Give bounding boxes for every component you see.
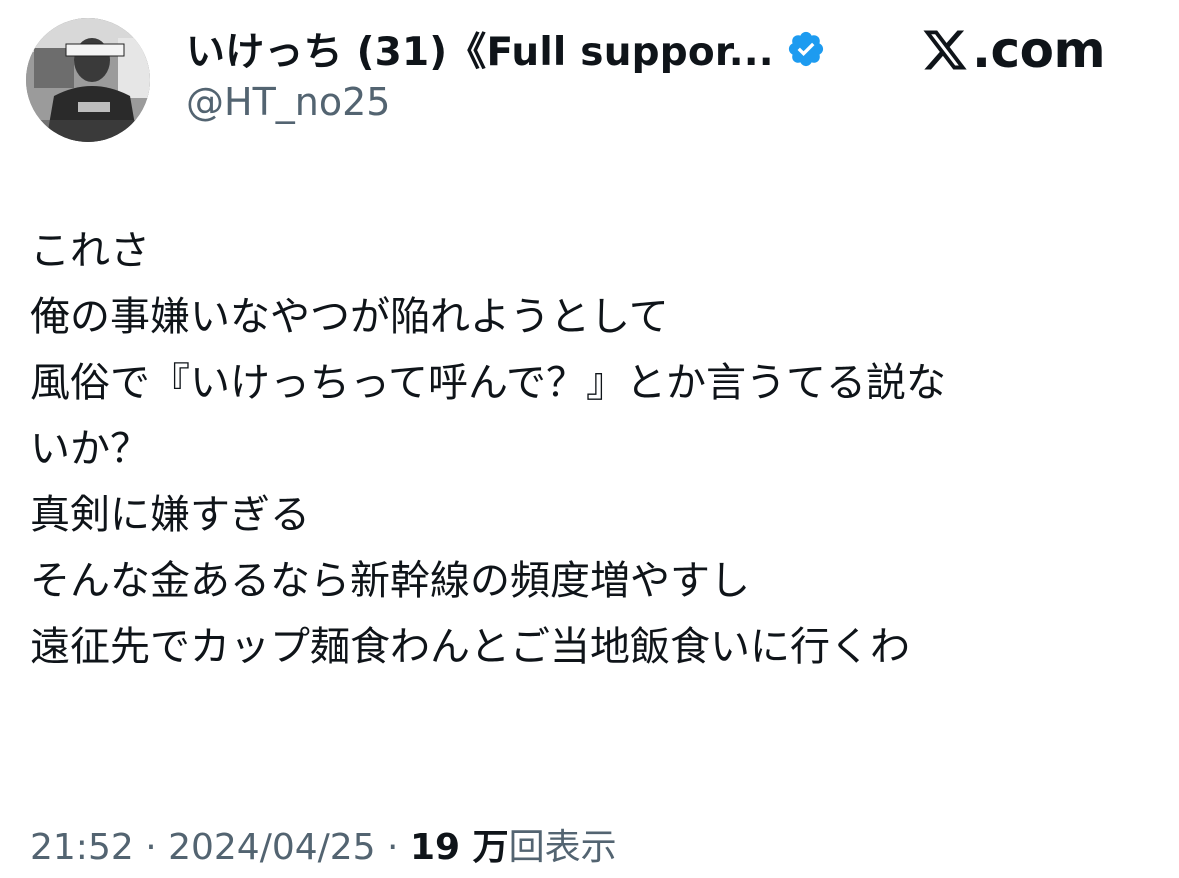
tweet-line: いか？ bbox=[30, 426, 150, 472]
verified-badge-icon bbox=[788, 31, 823, 67]
author-display-name-text: いけっち (31)《Full suppor... bbox=[186, 30, 774, 75]
tweet-line: 俺の事嫌いなやつが陥れようとして bbox=[30, 294, 669, 340]
tweet-line: 遠征先でカップ麺食わんとご当地飯食いに行くわ bbox=[30, 624, 910, 670]
x-com-logo: .com bbox=[920, 21, 1106, 79]
tweet-date[interactable]: 2024/04/25 bbox=[168, 827, 376, 868]
avatar[interactable] bbox=[26, 18, 150, 142]
x-com-text: .com bbox=[972, 21, 1106, 79]
tweet-line: そんな金あるなら新幹線の頻度増やすし bbox=[30, 558, 750, 604]
x-logo-icon bbox=[923, 30, 967, 70]
author-handle[interactable]: @HT_no25 bbox=[186, 80, 390, 124]
author-display-name[interactable]: いけっち (31)《Full suppor... bbox=[186, 22, 826, 76]
tweet-line: これさ bbox=[30, 228, 150, 274]
views-count: 19 万 bbox=[409, 827, 509, 868]
meta-separator: · bbox=[387, 827, 410, 868]
tweet-time[interactable]: 21:52 bbox=[30, 827, 134, 868]
avatar-photo bbox=[26, 18, 150, 142]
views-label: 回表示 bbox=[508, 827, 617, 868]
tweet-line: 真剣に嫌すぎる bbox=[30, 492, 310, 538]
tweet-line: 風俗で『いけっちって呼んで？』とか言うてる説な bbox=[30, 360, 946, 406]
meta-separator: · bbox=[145, 827, 169, 868]
tweet-meta: 21:52 · 2024/04/25 · 19 万回表示 bbox=[30, 818, 617, 870]
tweet-text: これさ 俺の事嫌いなやつが陥れようとして 風俗で『いけっちって呼んで？』とか言う… bbox=[30, 218, 1150, 680]
